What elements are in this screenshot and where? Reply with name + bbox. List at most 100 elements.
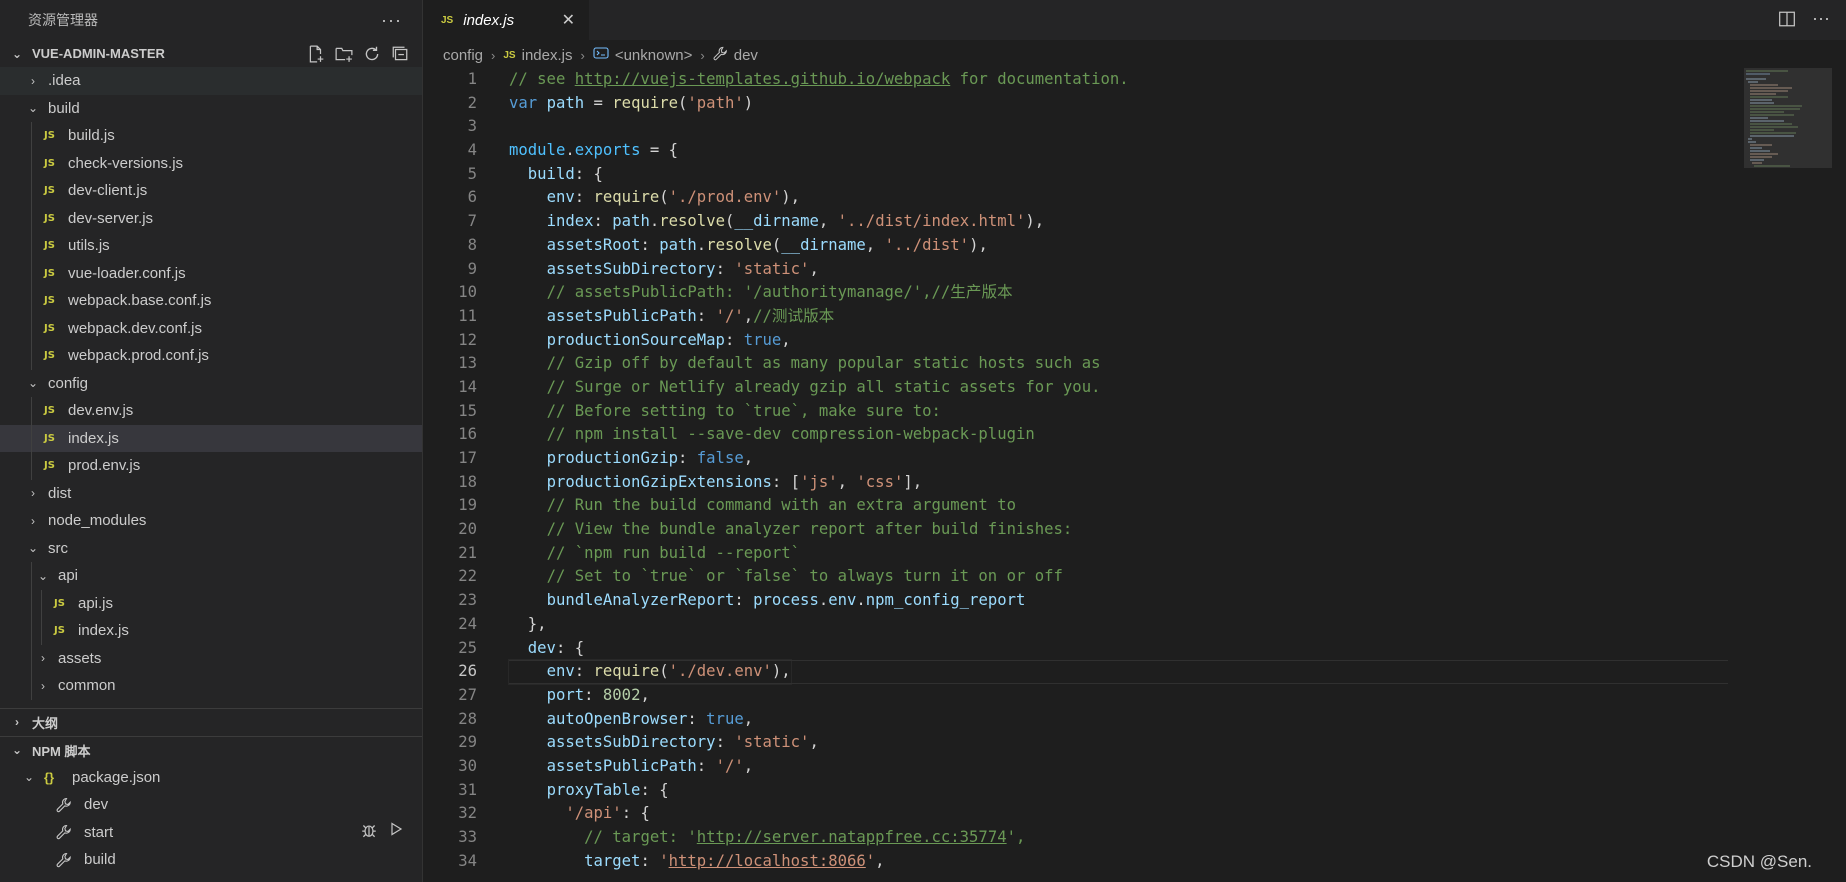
- debug-icon[interactable]: [360, 821, 378, 843]
- code-token: var: [509, 93, 547, 112]
- split-editor-icon[interactable]: [1778, 10, 1796, 33]
- code-line[interactable]: 23 bundleAnalyzerReport: process.env.npm…: [423, 589, 1846, 613]
- line-number: 10: [458, 283, 477, 302]
- tree-file[interactable]: JS check-versions.js: [0, 149, 422, 177]
- code-line[interactable]: 6 env: require('./prod.env'),: [423, 186, 1846, 210]
- chevron-down-icon: ⌄: [27, 101, 39, 116]
- code-line[interactable]: 8 assetsRoot: path.resolve(__dirname, '.…: [423, 234, 1846, 258]
- code-line[interactable]: 30 assetsPublicPath: '/',: [423, 755, 1846, 779]
- breadcrumb-member[interactable]: dev: [734, 47, 758, 64]
- npm-label: NPM 脚本: [32, 743, 91, 759]
- code-line[interactable]: 17 productionGzip: false,: [423, 447, 1846, 471]
- code-line[interactable]: 11 assetsPublicPath: '/',//测试版本: [423, 305, 1846, 329]
- code-line[interactable]: 5 build: {: [423, 163, 1846, 187]
- code-line[interactable]: 16 // npm install --save-dev compression…: [423, 423, 1846, 447]
- code-line[interactable]: 12 productionSourceMap: true,: [423, 329, 1846, 353]
- code-line[interactable]: 3: [423, 115, 1846, 139]
- more-actions-icon[interactable]: ···: [1812, 9, 1830, 33]
- tree-item-label: prod.env.js: [68, 457, 141, 475]
- tree-file[interactable]: JS index.js: [0, 424, 422, 452]
- code-line[interactable]: 20 // View the bundle analyzer report af…: [423, 518, 1846, 542]
- tree-folder[interactable]: ⌄ api: [0, 562, 422, 590]
- tree-file[interactable]: JS index.js: [0, 617, 422, 645]
- code-line[interactable]: 14 // Surge or Netlify already gzip all …: [423, 376, 1846, 400]
- code-line[interactable]: 2 var path = require('path'): [423, 92, 1846, 116]
- npm-script-build[interactable]: build: [0, 846, 422, 874]
- code-line[interactable]: 26 env: require('./dev.env'),: [423, 659, 1846, 685]
- close-icon[interactable]: ✕: [562, 10, 575, 30]
- npm-scripts-list: dev start build: [0, 791, 422, 874]
- tree-file[interactable]: JS prod.env.js: [0, 452, 422, 480]
- line-number: 13: [458, 354, 477, 373]
- tab-index-js[interactable]: JS index.js ✕: [423, 0, 590, 40]
- npm-section-header[interactable]: ⌄ NPM 脚本: [0, 737, 422, 764]
- code-line[interactable]: 22 // Set to `true` or `false` to always…: [423, 565, 1846, 589]
- tree-file[interactable]: JS dev-server.js: [0, 204, 422, 232]
- code-token: =: [584, 93, 613, 112]
- project-section-header[interactable]: ⌄ VUE-ADMIN-MASTER: [0, 40, 422, 67]
- code-text: // see http://vuejs-templates.github.io/…: [509, 68, 1129, 92]
- new-folder-icon[interactable]: [334, 44, 354, 64]
- code-line[interactable]: 21 // `npm run build --report`: [423, 542, 1846, 566]
- tree-file[interactable]: JS webpack.prod.conf.js: [0, 342, 422, 370]
- code-line[interactable]: 4 module.exports = {: [423, 139, 1846, 163]
- code-line[interactable]: 9 assetsSubDirectory: 'static',: [423, 258, 1846, 282]
- tree-file[interactable]: JS webpack.base.conf.js: [0, 287, 422, 315]
- more-actions-icon[interactable]: ···: [381, 10, 402, 31]
- code-line[interactable]: 32 '/api': {: [423, 802, 1846, 826]
- code-token: // View the bundle analyzer report after…: [546, 520, 1073, 539]
- breadcrumb-folder[interactable]: config: [443, 47, 483, 64]
- code-line[interactable]: 25 dev: {: [423, 637, 1846, 661]
- code-line[interactable]: 7 index: path.resolve(__dirname, '../dis…: [423, 210, 1846, 234]
- code-text: productionGzip: false,: [509, 447, 754, 471]
- code-editor[interactable]: 1 // see http://vuejs-templates.github.io…: [423, 68, 1846, 882]
- code-line[interactable]: 34 target: 'http://localhost:8066',: [423, 850, 1846, 874]
- npm-script-start[interactable]: start: [0, 819, 422, 847]
- code-text: // target: 'http://server.natappfree.cc:…: [509, 826, 1025, 850]
- tree-folder[interactable]: ⌄ src: [0, 535, 422, 563]
- tree-folder[interactable]: ⌄ build: [0, 95, 422, 123]
- code-line[interactable]: 1 // see http://vuejs-templates.github.io…: [423, 68, 1846, 92]
- code-line[interactable]: 29 assetsSubDirectory: 'static',: [423, 731, 1846, 755]
- code-line[interactable]: 27 port: 8002,: [423, 684, 1846, 708]
- tree-folder[interactable]: › .idea: [0, 67, 422, 95]
- new-file-icon[interactable]: [306, 44, 326, 64]
- wrench-icon: [713, 46, 728, 65]
- code-line[interactable]: 24 },: [423, 613, 1846, 637]
- code-line[interactable]: 15 // Before setting to `true`, make sur…: [423, 400, 1846, 424]
- minimap[interactable]: [1744, 68, 1832, 168]
- outline-section-header[interactable]: › 大纲: [0, 709, 422, 736]
- tree-file[interactable]: JS webpack.dev.conf.js: [0, 314, 422, 342]
- code-line[interactable]: 18 productionGzipExtensions: ['js', 'css…: [423, 471, 1846, 495]
- run-icon[interactable]: [388, 821, 404, 843]
- breadcrumb-symbol[interactable]: <unknown>: [615, 47, 693, 64]
- code-line[interactable]: 10 // assetsPublicPath: '/authoritymanag…: [423, 281, 1846, 305]
- tree-file[interactable]: JS vue-loader.conf.js: [0, 259, 422, 287]
- tree-file[interactable]: JS api.js: [0, 589, 422, 617]
- code-token: : {: [621, 804, 650, 823]
- tree-folder[interactable]: › dist: [0, 480, 422, 508]
- code-line[interactable]: 28 autoOpenBrowser: true,: [423, 708, 1846, 732]
- collapse-all-icon[interactable]: [390, 44, 410, 64]
- tree-file[interactable]: JS utils.js: [0, 232, 422, 260]
- refresh-icon[interactable]: [362, 44, 382, 64]
- code-token: // see: [509, 70, 575, 88]
- tree-file[interactable]: JS build.js: [0, 122, 422, 150]
- code-line[interactable]: 19 // Run the build command with an extr…: [423, 494, 1846, 518]
- npm-script-dev[interactable]: dev: [0, 791, 422, 819]
- tree-folder[interactable]: › node_modules: [0, 507, 422, 535]
- breadcrumb-file[interactable]: index.js: [522, 47, 573, 64]
- tree-folder[interactable]: › common: [0, 672, 422, 700]
- tree-folder[interactable]: ⌄ config: [0, 370, 422, 398]
- line-number: 26: [458, 662, 477, 681]
- tree-file[interactable]: JS dev-client.js: [0, 177, 422, 205]
- tree-file[interactable]: JS dev.env.js: [0, 397, 422, 425]
- tree-folder[interactable]: › assets: [0, 644, 422, 672]
- code-line[interactable]: 33 // target: 'http://server.natappfree.…: [423, 826, 1846, 850]
- code-token: target: [584, 851, 641, 870]
- code-line[interactable]: 13 // Gzip off by default as many popula…: [423, 352, 1846, 376]
- code-line[interactable]: 31 proxyTable: {: [423, 779, 1846, 803]
- npm-package-row[interactable]: ⌄ {} package.json: [0, 764, 422, 792]
